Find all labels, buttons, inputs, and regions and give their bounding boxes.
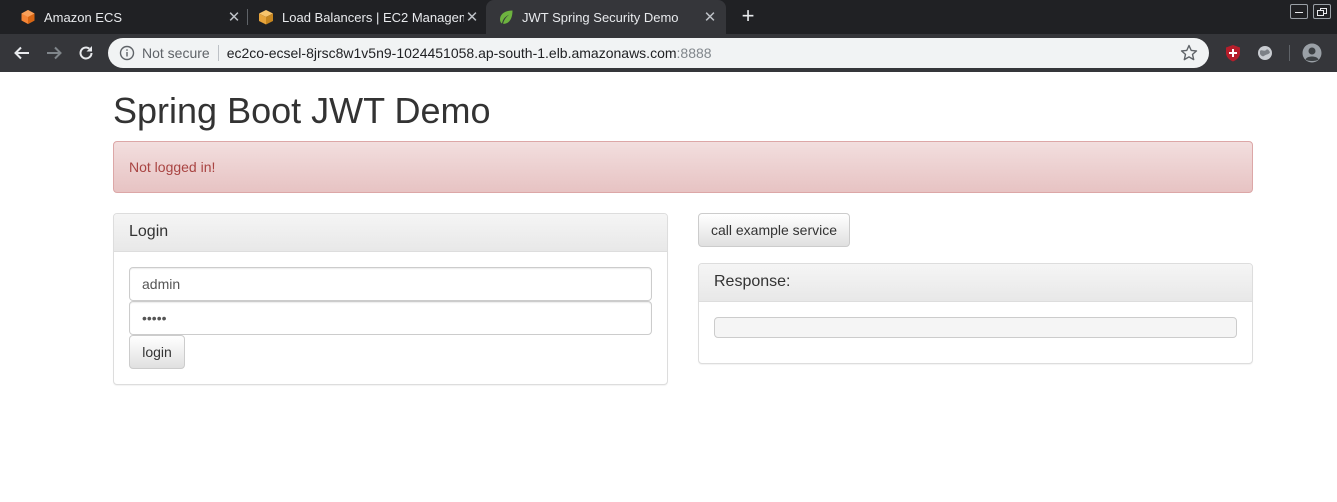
aws-ec2-icon [259,10,273,25]
restore-button[interactable] [1313,4,1331,19]
globe-extension-icon[interactable] [1255,43,1275,63]
address-divider [217,45,219,61]
tab-load-balancers[interactable]: Load Balancers | EC2 Management Console … [248,0,480,34]
tab-amazon-ecs[interactable]: Amazon ECS ✕ [10,0,242,34]
shield-extension-icon[interactable] [1223,43,1243,63]
tab-jwt-demo[interactable]: JWT Spring Security Demo ✕ [486,0,726,34]
close-icon[interactable]: ✕ [702,9,718,26]
minimize-button[interactable] [1290,4,1308,19]
call-example-service-button[interactable]: call example service [698,213,850,247]
tab-bar: Amazon ECS ✕ Load Balancers | EC2 Manage… [0,0,1337,34]
not-logged-in-alert: Not logged in! [113,141,1253,193]
password-input[interactable] [129,301,652,335]
toolbar-divider [1289,45,1290,61]
info-icon[interactable] [119,45,135,61]
tab-title: Load Balancers | EC2 Management Console [282,9,464,25]
response-panel-heading: Response: [699,264,1252,302]
close-icon[interactable]: ✕ [464,9,480,26]
login-panel: Login login [113,213,668,385]
aws-ecs-icon [21,10,35,24]
new-tab-button[interactable]: + [737,5,759,29]
arrow-left-icon [14,46,29,60]
url-host: ec2co-ecsel-8jrsc8w1v5n9-1024451058.ap-s… [226,45,677,61]
tab-title: Amazon ECS [44,9,123,25]
login-button[interactable]: login [129,335,185,369]
browser-toolbar: Not secure ec2co-ecsel-8jrsc8w1v5n9-1024… [0,34,1337,72]
reload-button[interactable] [72,39,100,67]
tab-title: JWT Spring Security Demo [522,9,679,25]
reload-icon [79,46,93,60]
response-panel: Response: [698,263,1253,364]
security-label: Not secure [142,45,210,61]
url-port: :8888 [676,45,712,61]
avatar[interactable] [1302,43,1322,63]
bookmark-star-icon[interactable] [1180,44,1198,62]
spring-leaf-icon [500,10,513,24]
username-input[interactable] [129,267,652,301]
arrow-right-icon [47,46,62,60]
page-title: Spring Boot JWT Demo [113,90,491,131]
forward-button[interactable] [40,39,68,67]
response-output [714,317,1237,338]
address-bar[interactable]: Not secure ec2co-ecsel-8jrsc8w1v5n9-1024… [108,38,1209,68]
close-icon[interactable]: ✕ [226,9,242,26]
login-panel-heading: Login [114,214,667,252]
back-button[interactable] [8,39,36,67]
